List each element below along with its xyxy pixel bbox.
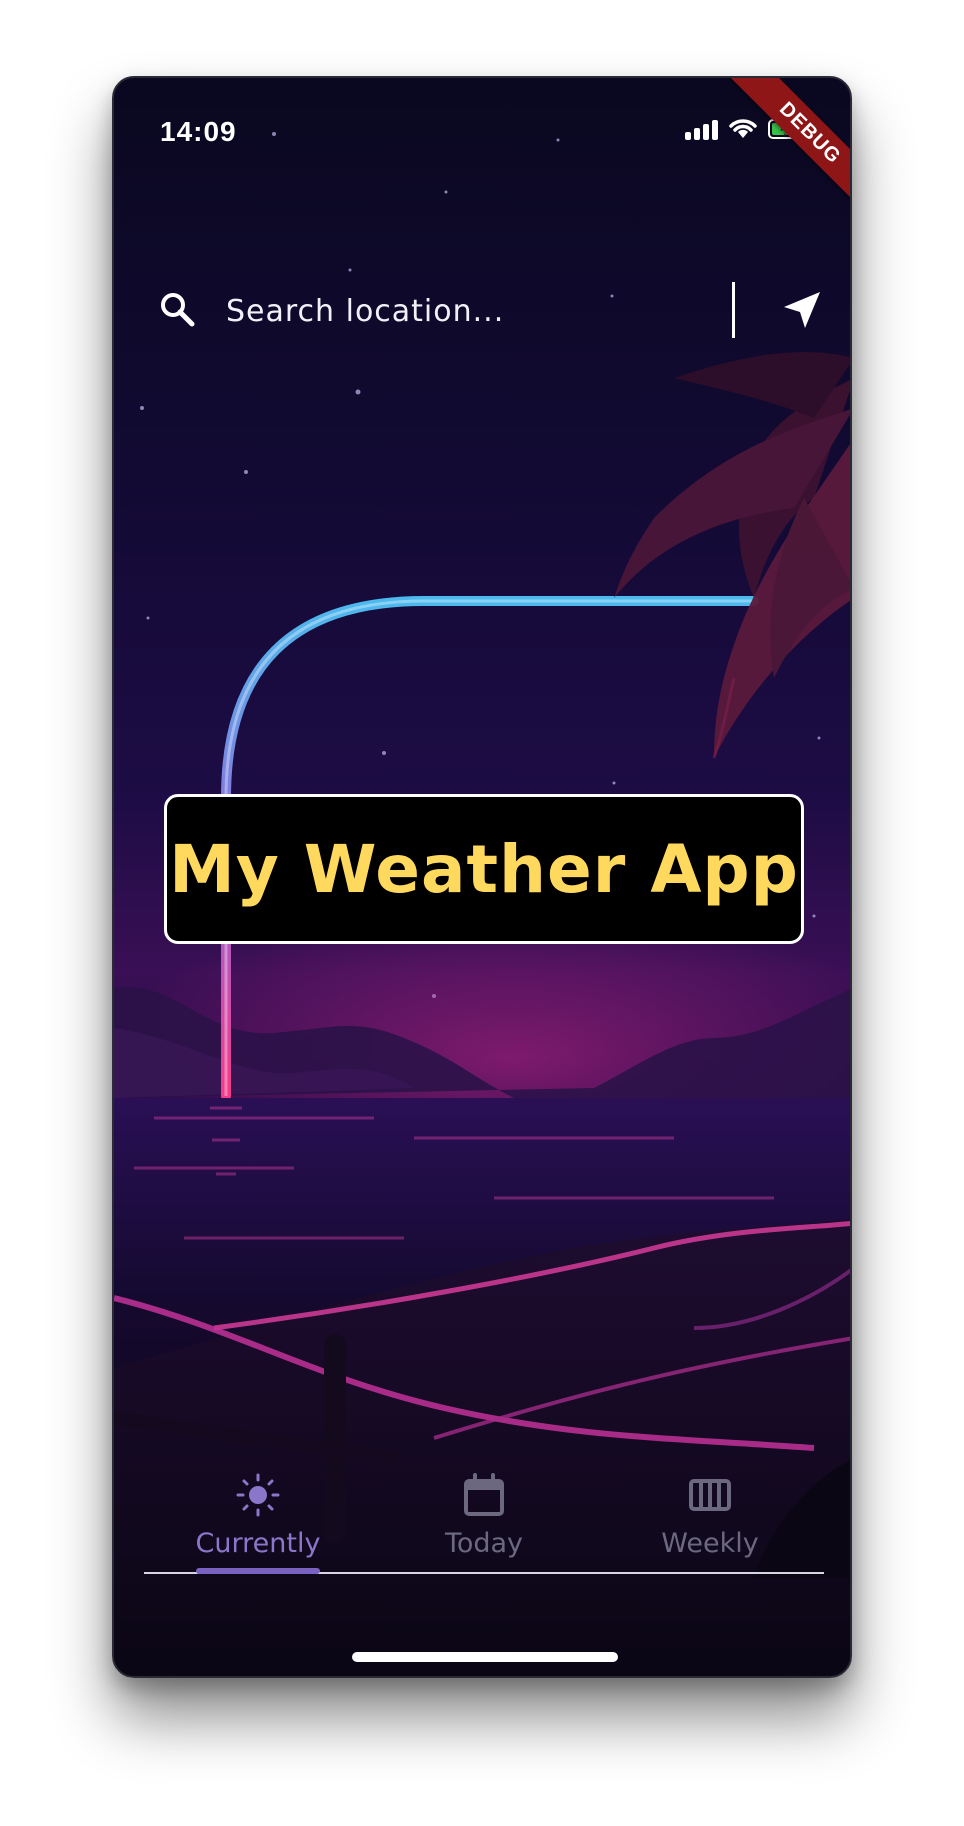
status-time: 14:09 <box>160 116 237 147</box>
search-icon[interactable] <box>158 290 198 330</box>
search-input[interactable] <box>224 284 698 338</box>
sun-icon <box>236 1473 280 1517</box>
tab-today[interactable]: Today <box>384 1458 584 1568</box>
active-tab-indicator <box>196 1568 320 1574</box>
search-bar <box>144 268 824 352</box>
location-arrow-icon[interactable] <box>778 286 826 334</box>
phone-screen: 14:09 DEBUG Search location... My Weathe… <box>112 76 852 1678</box>
tab-label: Today <box>444 1528 524 1559</box>
wifi-icon <box>729 119 757 138</box>
signal-icon <box>685 120 718 140</box>
tab-label: Currently <box>195 1528 321 1559</box>
tab-currently[interactable]: Currently <box>158 1458 358 1568</box>
app-title: My Weather App <box>169 830 799 908</box>
status-bar: 14:09 DEBUG <box>114 78 850 223</box>
tab-weekly[interactable]: Weekly <box>610 1458 810 1568</box>
tab-label: Weekly <box>661 1528 759 1559</box>
home-indicator[interactable] <box>352 1652 618 1662</box>
calendar-icon <box>464 1473 504 1516</box>
search-divider <box>732 282 735 338</box>
bottom-tab-bar: Currently Today Weekly <box>144 1458 824 1578</box>
palm-tree <box>614 352 850 758</box>
calendar-week-icon <box>689 1479 731 1511</box>
app-title-card: My Weather App <box>164 794 804 944</box>
